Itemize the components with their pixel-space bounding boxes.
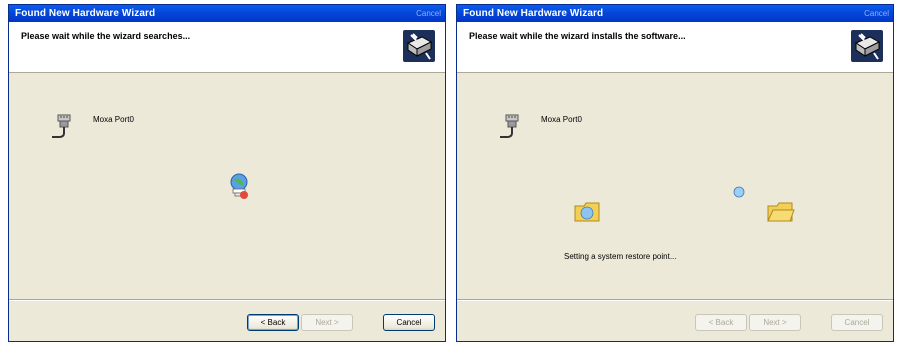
port-device-icon <box>52 114 71 138</box>
cancel-button[interactable]: Cancel <box>383 314 435 331</box>
wizard-header: Please wait while the wizard installs th… <box>457 22 893 73</box>
device-name-label: Moxa Port0 <box>93 115 134 124</box>
destination-folder-icon <box>767 202 795 222</box>
window-title: Found New Hardware Wizard <box>463 8 604 19</box>
footer-separator <box>457 299 893 301</box>
wizard-footer: < Back Next > Cancel <box>9 299 445 341</box>
device-name-label: Moxa Port0 <box>541 115 582 124</box>
wizard-body: Moxa Port0 Setting a system restore poin… <box>457 73 893 299</box>
globe-search-icon <box>230 173 248 199</box>
wizard-window-searching: Found New Hardware Wizard Cancel Please … <box>8 4 446 342</box>
port-device-icon <box>500 114 519 138</box>
title-close-button[interactable]: Cancel <box>864 8 889 19</box>
status-text: Setting a system restore point... <box>564 252 677 261</box>
flying-paper-icon <box>733 186 745 198</box>
wizard-window-installing: Found New Hardware Wizard Cancel Please … <box>456 4 894 342</box>
back-button[interactable]: < Back <box>247 314 299 331</box>
footer-separator <box>9 299 445 301</box>
wizard-header: Please wait while the wizard searches... <box>9 22 445 73</box>
source-folder-icon <box>574 202 600 222</box>
instruction-text: Please wait while the wizard installs th… <box>469 31 686 41</box>
hardware-wizard-icon <box>851 30 883 62</box>
back-button[interactable]: < Back <box>695 314 747 331</box>
cancel-button[interactable]: Cancel <box>831 314 883 331</box>
next-button[interactable]: Next > <box>749 314 801 331</box>
next-button[interactable]: Next > <box>301 314 353 331</box>
title-bar[interactable]: Found New Hardware Wizard Cancel <box>457 5 893 22</box>
title-bar[interactable]: Found New Hardware Wizard Cancel <box>9 5 445 22</box>
wizard-body: Moxa Port0 <box>9 73 445 299</box>
window-title: Found New Hardware Wizard <box>15 8 156 19</box>
title-close-button[interactable]: Cancel <box>416 8 441 19</box>
instruction-text: Please wait while the wizard searches... <box>21 31 191 41</box>
hardware-wizard-icon <box>403 30 435 62</box>
wizard-footer: < Back Next > Cancel <box>457 299 893 341</box>
